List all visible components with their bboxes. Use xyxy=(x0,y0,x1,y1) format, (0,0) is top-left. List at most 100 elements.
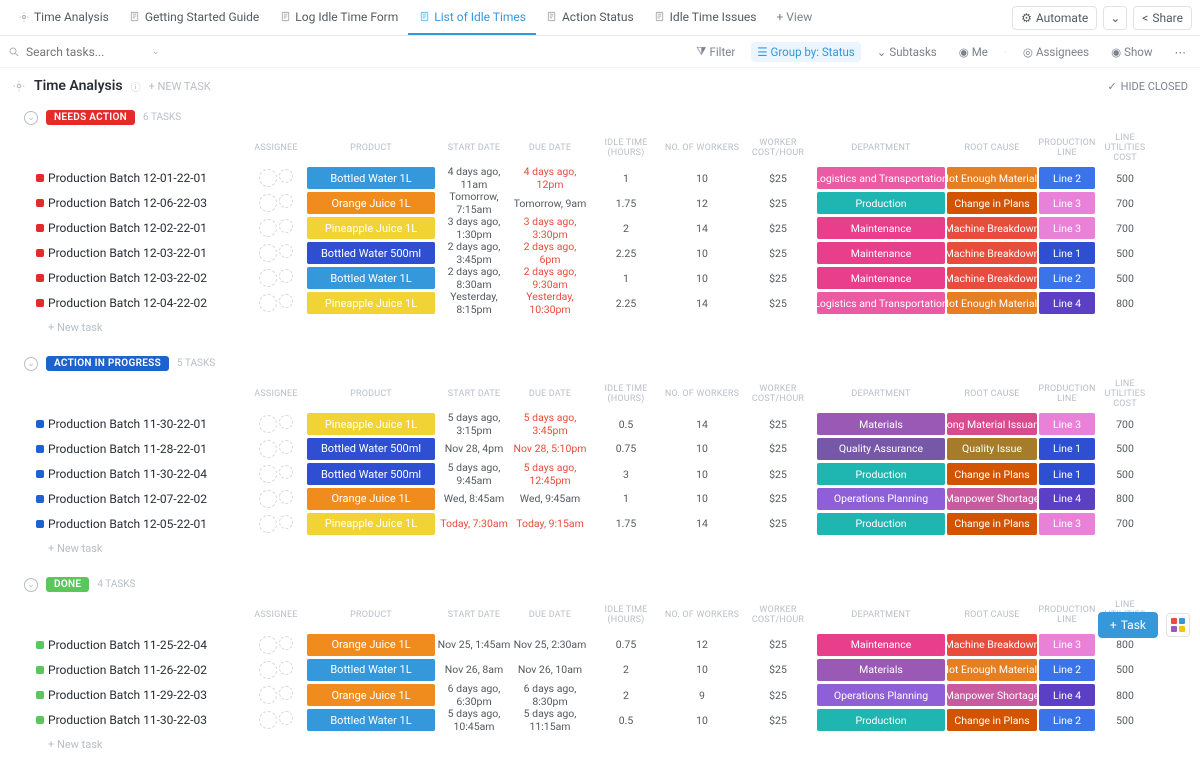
due-date[interactable]: 5 days ago, 3:45pm xyxy=(512,411,588,437)
due-date[interactable]: 2 days ago, 6pm xyxy=(512,240,588,266)
line-pill[interactable]: Line 2 xyxy=(1039,709,1095,731)
department-pill[interactable]: Production xyxy=(817,463,945,485)
due-date[interactable]: 3 days ago, 3:30pm xyxy=(512,215,588,241)
task-row[interactable]: Production Batch 12-01-22-01 Bottled Wat… xyxy=(0,165,1200,190)
department-pill[interactable]: Materials xyxy=(817,659,945,681)
start-date[interactable]: 2 days ago, 8:30am xyxy=(436,265,512,291)
root-cause-pill[interactable]: Change in Plans xyxy=(947,192,1037,214)
task-name[interactable]: Production Batch 11-29-22-03 xyxy=(46,688,246,702)
due-date[interactable]: 2 days ago, 9:30am xyxy=(512,265,588,291)
root-cause-pill[interactable]: Wrong Material Issuance xyxy=(947,413,1037,435)
tab-4[interactable]: Idle Time Issues xyxy=(644,0,767,35)
start-date[interactable]: Nov 26, 8am xyxy=(436,663,512,676)
start-date[interactable]: 3 days ago, 1:30pm xyxy=(436,215,512,241)
start-date[interactable]: 5 days ago, 9:45am xyxy=(436,461,512,487)
task-row[interactable]: Production Batch 11-26-22-02 Bottled Wat… xyxy=(0,657,1200,682)
product-pill[interactable]: Pineapple Juice 1L xyxy=(307,513,435,535)
product-pill[interactable]: Bottled Water 1L xyxy=(307,267,435,289)
root-cause-pill[interactable]: Change in Plans xyxy=(947,463,1037,485)
root-cause-pill[interactable]: Not Enough Materials xyxy=(947,659,1037,681)
collapse-icon[interactable]: ⌄ xyxy=(24,578,38,592)
line-pill[interactable]: Line 3 xyxy=(1039,192,1095,214)
product-pill[interactable]: Bottled Water 500ml xyxy=(307,438,435,460)
line-pill[interactable]: Line 1 xyxy=(1039,438,1095,460)
apps-grid-button[interactable] xyxy=(1166,613,1190,637)
status-badge[interactable]: ACTION IN PROGRESS xyxy=(46,356,169,371)
product-pill[interactable]: Bottled Water 1L xyxy=(307,659,435,681)
new-task-link[interactable]: + New task xyxy=(0,732,1200,763)
start-date[interactable]: Today, 7:30am xyxy=(436,517,512,530)
department-pill[interactable]: Logistics and Transportation xyxy=(817,167,945,189)
collapse-icon[interactable]: ⌄ xyxy=(24,111,38,125)
department-pill[interactable]: Maintenance xyxy=(817,242,945,264)
product-pill[interactable]: Bottled Water 500ml xyxy=(307,463,435,485)
product-pill[interactable]: Bottled Water 500ml xyxy=(307,242,435,264)
assignee-cell[interactable] xyxy=(246,294,306,312)
task-name[interactable]: Production Batch 12-07-22-02 xyxy=(46,492,246,506)
task-name[interactable]: Production Batch 12-03-22-02 xyxy=(46,271,246,285)
department-pill[interactable]: Maintenance xyxy=(817,217,945,239)
due-date[interactable]: Nov 28, 5:10pm xyxy=(512,442,588,455)
assignee-cell[interactable] xyxy=(246,440,306,458)
task-row[interactable]: Production Batch 12-02-22-01 Pineapple J… xyxy=(0,215,1200,240)
due-date[interactable]: 5 days ago, 11:15am xyxy=(512,707,588,733)
task-name[interactable]: Production Batch 12-01-22-01 xyxy=(46,171,246,185)
automate-dropdown[interactable]: ⌄ xyxy=(1103,6,1127,30)
product-pill[interactable]: Pineapple Juice 1L xyxy=(307,292,435,314)
due-date[interactable]: 5 days ago, 12:45pm xyxy=(512,461,588,487)
more-button[interactable]: ⋯ xyxy=(1169,42,1193,62)
root-cause-pill[interactable]: Quality Issue xyxy=(947,438,1037,460)
line-pill[interactable]: Line 4 xyxy=(1039,684,1095,706)
assignee-cell[interactable] xyxy=(246,169,306,187)
root-cause-pill[interactable]: Machine Breakdown xyxy=(947,634,1037,656)
product-pill[interactable]: Orange Juice 1L xyxy=(307,684,435,706)
line-pill[interactable]: Line 4 xyxy=(1039,488,1095,510)
product-pill[interactable]: Bottled Water 1L xyxy=(307,709,435,731)
due-date[interactable]: Nov 25, 2:30am xyxy=(512,638,588,651)
due-date[interactable]: Today, 9:15am xyxy=(512,517,588,530)
tab-0[interactable]: Getting Started Guide xyxy=(119,0,269,35)
due-date[interactable]: Yesterday, 10:30pm xyxy=(512,290,588,316)
department-pill[interactable]: Quality Assurance xyxy=(817,438,945,460)
task-row[interactable]: Production Batch 11-25-22-04 Orange Juic… xyxy=(0,632,1200,657)
root-cause-pill[interactable]: Manpower Shortage xyxy=(947,684,1037,706)
task-row[interactable]: Production Batch 12-03-22-01 Bottled Wat… xyxy=(0,240,1200,265)
task-name[interactable]: Production Batch 11-30-22-03 xyxy=(46,713,246,727)
task-name[interactable]: Production Batch 12-04-22-02 xyxy=(46,296,246,310)
product-pill[interactable]: Orange Juice 1L xyxy=(307,192,435,214)
line-pill[interactable]: Line 3 xyxy=(1039,513,1095,535)
due-date[interactable]: 4 days ago, 12pm xyxy=(512,165,588,191)
root-cause-pill[interactable]: Change in Plans xyxy=(947,709,1037,731)
department-pill[interactable]: Logistics and Transportation xyxy=(817,292,945,314)
assignee-cell[interactable] xyxy=(246,661,306,679)
root-cause-pill[interactable]: Change in Plans xyxy=(947,513,1037,535)
start-date[interactable]: Nov 25, 1:45am xyxy=(436,638,512,651)
task-name[interactable]: Production Batch 11-30-22-01 xyxy=(46,417,246,431)
assignee-cell[interactable] xyxy=(246,636,306,654)
task-name[interactable]: Production Batch 11-26-22-02 xyxy=(46,663,246,677)
tab-3[interactable]: Action Status xyxy=(536,0,644,35)
task-name[interactable]: Production Batch 12-02-22-01 xyxy=(46,221,246,235)
start-date[interactable]: 2 days ago, 3:45pm xyxy=(436,240,512,266)
tab-title[interactable]: Time Analysis xyxy=(8,0,119,35)
root-cause-pill[interactable]: Machine Breakdown xyxy=(947,267,1037,289)
line-pill[interactable]: Line 3 xyxy=(1039,217,1095,239)
due-date[interactable]: Nov 26, 10am xyxy=(512,663,588,676)
group-by-button[interactable]: ☰Group by: Status xyxy=(751,42,861,62)
assignee-cell[interactable] xyxy=(246,415,306,433)
status-badge[interactable]: DONE xyxy=(46,577,89,592)
department-pill[interactable]: Production xyxy=(817,192,945,214)
line-pill[interactable]: Line 2 xyxy=(1039,267,1095,289)
line-pill[interactable]: Line 3 xyxy=(1039,634,1095,656)
automate-button[interactable]: ⚙ Automate xyxy=(1012,6,1097,30)
assignee-cell[interactable] xyxy=(246,515,306,533)
new-task-button[interactable]: + NEW TASK xyxy=(149,80,211,93)
show-button[interactable]: ◉Show xyxy=(1105,42,1158,62)
product-pill[interactable]: Orange Juice 1L xyxy=(307,488,435,510)
search-input[interactable] xyxy=(26,45,146,59)
task-row[interactable]: Production Batch 12-06-22-03 Orange Juic… xyxy=(0,190,1200,215)
line-pill[interactable]: Line 2 xyxy=(1039,659,1095,681)
tab-2[interactable]: List of Idle Times xyxy=(408,0,536,35)
new-task-fab[interactable]: + Task xyxy=(1098,612,1158,638)
assignee-cell[interactable] xyxy=(246,269,306,287)
